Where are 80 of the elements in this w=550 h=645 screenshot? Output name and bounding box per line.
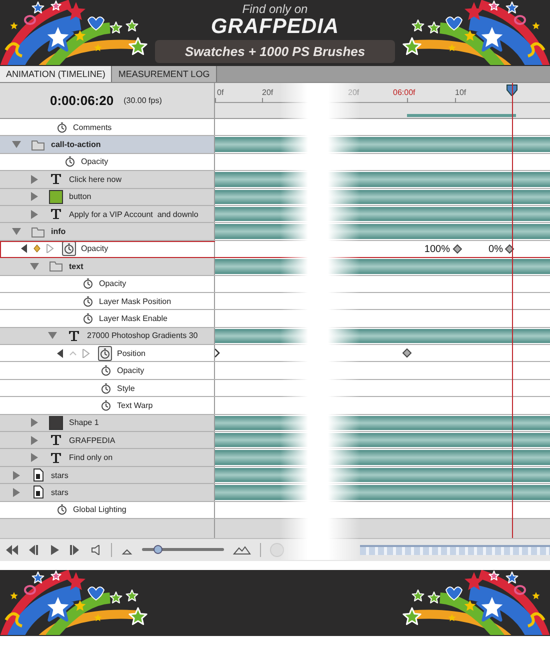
keyframe-icon[interactable] <box>402 348 412 358</box>
layer-name: info <box>51 227 66 236</box>
collapse-triangle-icon[interactable] <box>30 262 39 271</box>
keyframe-icon[interactable] <box>452 244 462 254</box>
keyframe-value: 100% <box>424 244 450 255</box>
property-name: Opacity <box>99 279 126 288</box>
property-name: Global Lighting <box>73 505 126 514</box>
layer-name: Click here now <box>69 174 122 184</box>
stopwatch-icon[interactable] <box>83 296 93 307</box>
smart-object-icon <box>31 468 45 482</box>
property-name: Opacity <box>81 244 108 254</box>
stopwatch-icon[interactable] <box>101 365 111 376</box>
layer-name: button <box>69 192 92 202</box>
keyframe-value: 0% <box>488 244 503 255</box>
text-layer-icon <box>49 433 63 448</box>
frame-rate: (30.00 fps) <box>124 96 162 105</box>
expand-triangle-icon[interactable] <box>30 436 39 445</box>
previous-keyframe-icon[interactable] <box>56 348 64 358</box>
expand-triangle-icon[interactable] <box>12 470 21 480</box>
zoom-slider[interactable] <box>142 545 224 554</box>
property-name: Style <box>117 384 135 393</box>
collapse-triangle-icon[interactable] <box>48 331 57 340</box>
ruler-label: 0f <box>217 88 224 97</box>
stopwatch-icon[interactable] <box>83 278 93 290</box>
layer-name: Find only on <box>69 453 113 462</box>
first-frame-icon[interactable] <box>6 544 18 555</box>
text-layer-icon <box>67 328 81 343</box>
collapse-triangle-icon[interactable] <box>12 227 21 236</box>
expand-triangle-icon[interactable] <box>30 192 39 202</box>
stopwatch-icon[interactable] <box>101 382 111 394</box>
property-name: Opacity <box>117 366 144 376</box>
layer-name: stars <box>51 488 68 497</box>
keyframe-icon[interactable] <box>505 244 515 254</box>
layer-name: 27000 Photoshop Gradients 30 <box>87 331 198 340</box>
expand-triangle-icon[interactable] <box>30 453 39 462</box>
expand-triangle-icon[interactable] <box>30 418 39 428</box>
layer-name: stars <box>51 470 68 480</box>
stopwatch-icon[interactable] <box>65 156 75 168</box>
keyframe-diamond-icon[interactable] <box>33 244 41 254</box>
banner-tagline: Find only on <box>242 2 308 16</box>
previous-frame-icon[interactable] <box>27 544 39 555</box>
current-time: 0:00:06:20 <box>50 93 114 108</box>
zoom-in-icon[interactable] <box>233 544 251 555</box>
collapse-triangle-icon[interactable] <box>12 140 21 150</box>
ruler-label: 10f <box>455 88 466 97</box>
property-name: Opacity <box>81 157 108 166</box>
panel-tab[interactable]: MEASUREMENT LOG <box>112 66 217 82</box>
property-name: Layer Mask Position <box>99 296 172 306</box>
expand-triangle-icon[interactable] <box>12 488 21 497</box>
speaker-icon[interactable] <box>90 544 102 555</box>
smart-object-icon <box>31 485 45 500</box>
expand-triangle-icon[interactable] <box>30 174 39 184</box>
layer-name: call-to-action <box>51 140 101 150</box>
expand-triangle-icon[interactable] <box>30 210 39 219</box>
ruler-label: 06:00f <box>393 88 416 97</box>
stopwatch-icon[interactable] <box>57 122 67 133</box>
property-name: Position <box>117 348 146 358</box>
ruler-label: 20f <box>262 88 274 97</box>
layer-name: Shape 1 <box>69 418 99 428</box>
property-name: Comments <box>73 122 112 132</box>
layer-name: GRAFPEDIA <box>69 436 116 445</box>
stopwatch-icon[interactable] <box>83 312 93 324</box>
banner-title: GRAFPEDIA <box>210 16 340 38</box>
previous-keyframe-icon[interactable] <box>20 244 28 254</box>
ruler-label: 20f <box>348 88 360 97</box>
text-layer-icon <box>49 450 63 465</box>
stopwatch-icon[interactable] <box>57 504 67 516</box>
banner-subtitle: Swatches + 1000 PS Brushes <box>154 40 396 63</box>
layer-name: Apply for a VIP Account and downlo <box>69 210 198 219</box>
property-name: Text Warp <box>117 400 153 410</box>
layer-name: text <box>69 262 84 271</box>
text-layer-icon <box>49 207 63 222</box>
stopwatch-icon[interactable] <box>101 400 111 411</box>
property-name: Layer Mask Enable <box>99 314 168 323</box>
panel-tab[interactable]: ANIMATION (TIMELINE) <box>0 66 112 82</box>
folder-icon <box>31 138 45 152</box>
time-ruler[interactable]: 0f 20f 20f 06:00f 10f <box>215 83 550 118</box>
next-frame-icon[interactable] <box>69 544 81 555</box>
text-layer-icon <box>49 172 63 186</box>
play-icon[interactable] <box>48 544 60 555</box>
